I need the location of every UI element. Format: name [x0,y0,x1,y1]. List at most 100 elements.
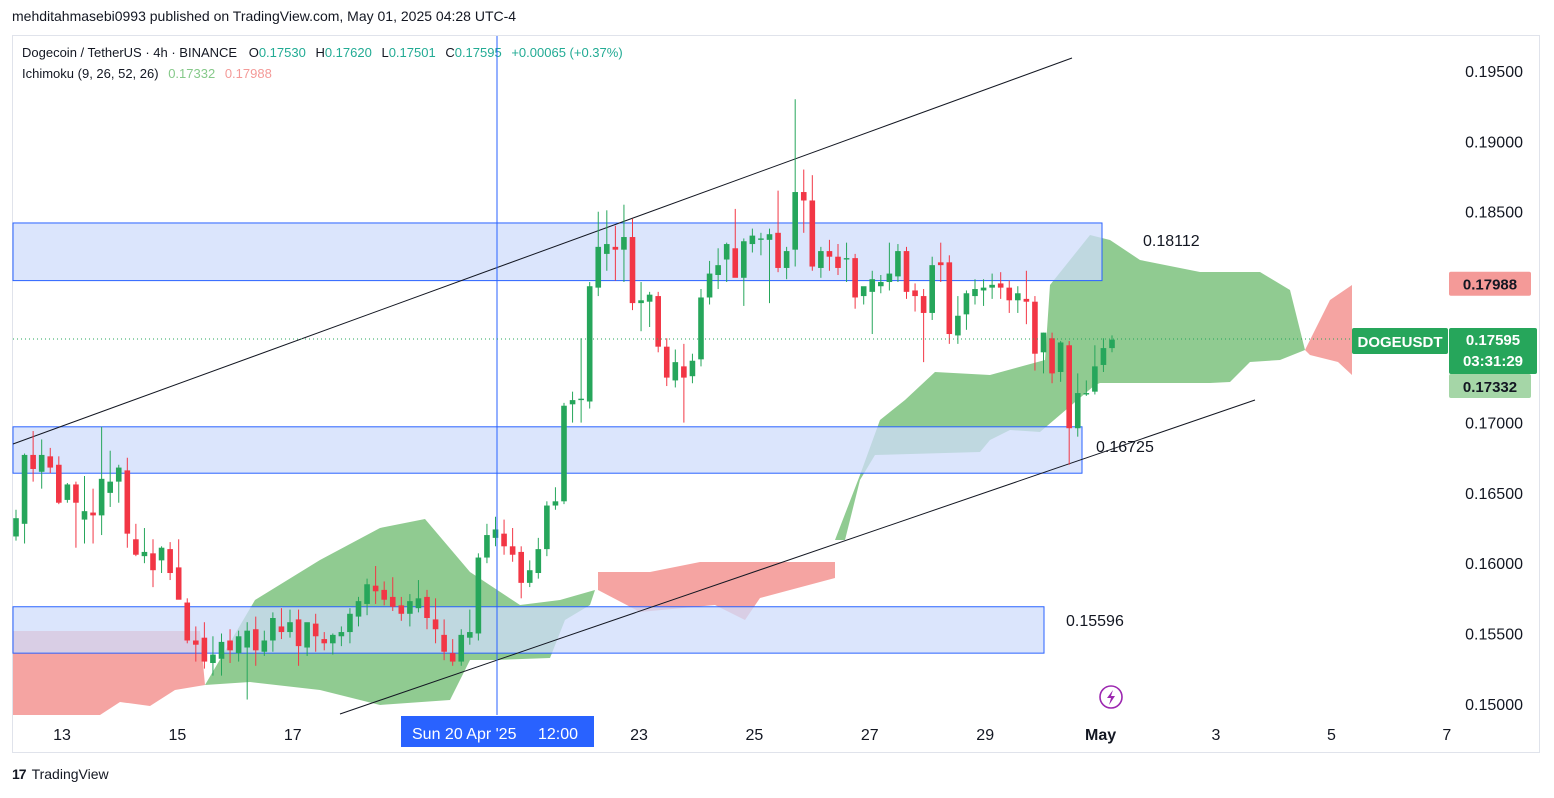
candle-body [261,640,268,652]
candle-body [895,251,901,277]
x-tick-label: 7 [1442,727,1451,744]
price-tag-last-text: 0.17595 [1466,332,1520,349]
candle-body [852,258,858,298]
candle [672,349,679,388]
candle-body [278,626,285,633]
candle-body [1100,348,1107,365]
tradingview-logo-icon: 17 [12,766,27,782]
candle-body [552,501,559,506]
candle-body [201,637,208,662]
candle [64,483,71,503]
candle-body [150,553,156,571]
candle-body [501,533,507,547]
candle-body [184,602,191,641]
candle-body [158,547,165,561]
candle-body [912,290,918,297]
candle-body [355,601,362,617]
candle-body [1032,301,1038,354]
candle-body [21,454,28,524]
candle-body [30,454,36,469]
candle-body [1015,293,1021,301]
candle-body [843,258,850,260]
candle-body [698,297,704,360]
candle [81,476,88,544]
candle-body [800,192,807,201]
candle-body [244,630,250,648]
candle-body [441,634,447,652]
candle-body [732,248,739,278]
candle-body [1023,298,1030,302]
y-tick-label: 0.19500 [1465,64,1523,81]
candle [569,391,576,423]
candle-body [758,238,764,240]
candle-body [449,653,456,662]
crosshair-time: 12:00 [538,726,578,743]
x-tick-label: 17 [284,727,302,744]
candle-body [330,634,336,644]
candle [698,289,704,367]
candle-body [115,467,122,482]
candle-body [338,632,345,637]
candle-body [946,262,953,335]
tradingview-brand[interactable]: 17 TradingView [12,766,109,782]
candle-body [749,235,756,245]
candle [689,353,696,384]
candle-body [578,398,584,401]
candle [544,501,550,557]
candle-body [1040,332,1047,353]
candle-body [723,244,730,260]
candle-body [475,557,482,634]
y-tick-label: 0.18500 [1465,205,1523,222]
candle [158,546,165,574]
candle [184,598,191,644]
price-tag-countdown: 03:31:29 [1463,353,1523,370]
candle-body [432,619,439,630]
candle [167,542,173,581]
candle [115,464,122,503]
candle-body [792,192,798,250]
candle [578,338,584,423]
candle-body [381,589,387,600]
candle-body [218,641,225,659]
candle [535,537,542,579]
x-tick-label: 3 [1212,727,1221,744]
candle-body [424,596,430,618]
candle-body [133,539,139,555]
candle [586,282,593,409]
candle-body [1006,287,1013,301]
candle [929,256,935,320]
y-tick-label: 0.16500 [1465,486,1523,503]
candle-body [141,551,148,557]
candle-body [826,251,833,257]
y-tick-label: 0.17000 [1465,416,1523,433]
candle [646,291,653,327]
candle [955,296,961,344]
candle [13,509,19,541]
candle-body [270,618,276,641]
candle [792,99,798,267]
candle-body [90,512,96,516]
candle-body [252,629,259,651]
price-chart[interactable]: 0.18112 0.16725 0.15596 0.17988 DOGEUSDT 0.1… [0,0,1554,798]
candle-body [886,273,893,283]
candle-body [715,265,721,275]
candle [124,457,131,548]
x-tick-label: May [1085,727,1116,744]
candle [509,528,516,562]
candle-body [980,287,987,291]
candle [809,175,816,271]
price-tag-ichimoku-green: 0.17332 [1449,374,1531,398]
candle-body [98,478,105,516]
candle [1015,286,1021,313]
candle [73,481,79,548]
candle-body [227,640,233,651]
ichimoku-cloud-bear-future [1305,285,1352,375]
y-tick-label: 0.15500 [1465,626,1523,643]
candle-body [304,622,310,648]
price-tag-ichimoku-red-text: 0.17988 [1463,277,1517,294]
lightning-icon [1099,685,1123,709]
x-tick-label: 5 [1327,727,1336,744]
candle-body [612,246,619,250]
candle-body [73,484,79,503]
candle-body [621,237,627,250]
